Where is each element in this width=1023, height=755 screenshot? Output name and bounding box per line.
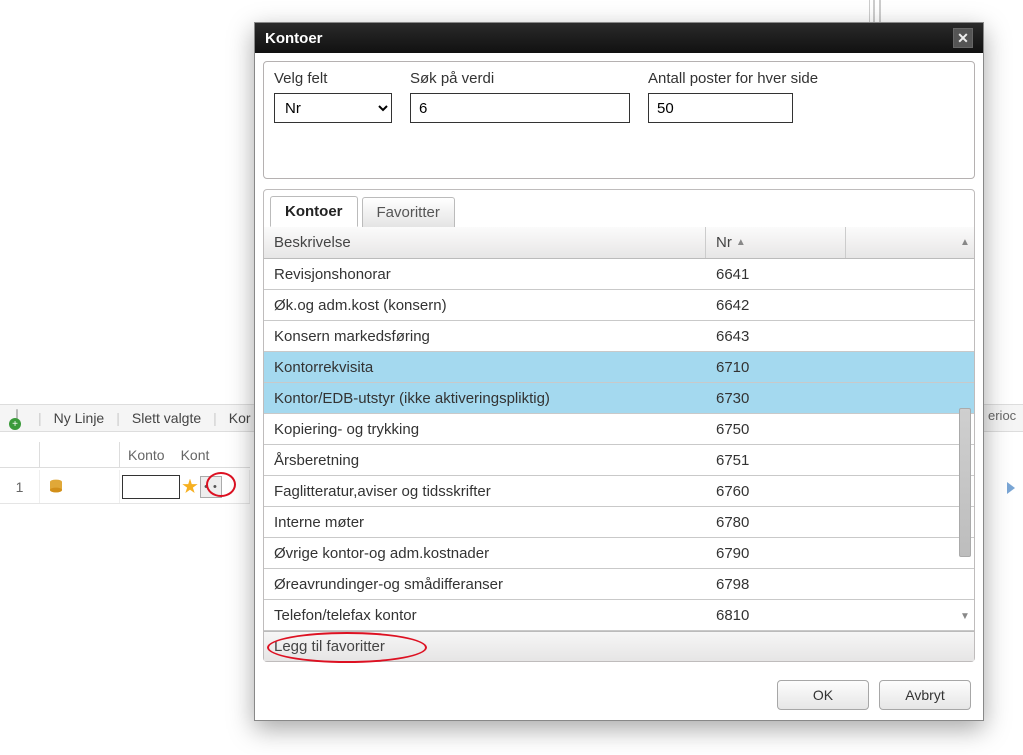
- table-row[interactable]: Kontorrekvisita6710: [264, 352, 974, 383]
- cell-nr: 6780: [706, 514, 846, 531]
- cell-beskrivelse: Årsberetning: [264, 452, 706, 469]
- cell-beskrivelse: Øreavrundinger-og smådifferanser: [264, 576, 706, 593]
- konto-input[interactable]: [122, 475, 180, 499]
- table-row[interactable]: Telefon/telefax kontor6810: [264, 600, 974, 631]
- cell-beskrivelse: Faglitteratur,aviser og tidsskrifter: [264, 483, 706, 500]
- cell-nr: 6751: [706, 452, 846, 469]
- tab-favoritter[interactable]: Favoritter: [362, 197, 455, 227]
- lookup-button[interactable]: • •: [200, 476, 222, 498]
- scroll-down-icon[interactable]: ▼: [958, 609, 972, 623]
- favorite-star-icon[interactable]: [182, 479, 198, 495]
- cell-nr: 6641: [706, 266, 846, 283]
- col-konto-header[interactable]: Konto: [120, 447, 173, 463]
- cell-beskrivelse: Øvrige kontor-og adm.kostnader: [264, 545, 706, 562]
- select-field-label: Velg felt: [274, 70, 392, 87]
- cell-beskrivelse: Øk.og adm.kost (konsern): [264, 297, 706, 314]
- table-row[interactable]: Faglitteratur,aviser og tidsskrifter6760: [264, 476, 974, 507]
- table-row[interactable]: Årsberetning6751: [264, 445, 974, 476]
- search-input[interactable]: [410, 93, 630, 123]
- scroll-thumb[interactable]: [959, 408, 971, 558]
- cell-beskrivelse: Telefon/telefax kontor: [264, 607, 706, 624]
- cell-nr: 6642: [706, 297, 846, 314]
- close-button[interactable]: ✕: [953, 28, 973, 48]
- tab-bar: Kontoer Favoritter: [264, 190, 974, 228]
- cell-beskrivelse: Kontorrekvisita: [264, 359, 706, 376]
- search-value-label: Søk på verdi: [410, 70, 630, 87]
- cell-beskrivelse: Kopiering- og trykking: [264, 421, 706, 438]
- table-row[interactable]: Revisjonshonorar6641: [264, 259, 974, 290]
- cell-nr: 6643: [706, 328, 846, 345]
- table-row[interactable]: Øvrige kontor-og adm.kostnader6790: [264, 538, 974, 569]
- cell-beskrivelse: Konsern markedsføring: [264, 328, 706, 345]
- scroll-up-icon[interactable]: ▲: [958, 235, 972, 249]
- right-label-cut: erioc: [984, 404, 1023, 427]
- row-number: 1: [0, 470, 40, 503]
- col-nr-label: Nr: [716, 234, 732, 251]
- grid-header: Beskrivelse Nr ▲: [264, 227, 974, 259]
- col-beskrivelse-header[interactable]: Beskrivelse: [264, 227, 706, 258]
- cell-beskrivelse: Kontor/EDB-utstyr (ikke aktiveringsplikt…: [264, 390, 706, 407]
- table-row[interactable]: Interne møter6780: [264, 507, 974, 538]
- results-panel: Kontoer Favoritter Beskrivelse Nr ▲ Revi…: [263, 189, 975, 662]
- right-edge-panel: erioc: [983, 404, 1023, 524]
- cell-nr: 6798: [706, 576, 846, 593]
- field-select[interactable]: Nr: [274, 93, 392, 123]
- modal-titlebar: Kontoer ✕: [255, 23, 983, 53]
- sort-ascending-icon: ▲: [736, 237, 746, 248]
- new-line-button[interactable]: Ny Linje: [54, 410, 105, 426]
- vertical-scrollbar[interactable]: ▲ ▼: [958, 235, 972, 623]
- col-nr-header[interactable]: Nr ▲: [706, 227, 846, 258]
- accounts-modal: Kontoer ✕ Velg felt Nr Søk på verdi Anta: [254, 22, 984, 721]
- grid-body: Revisjonshonorar6641Øk.og adm.kost (kons…: [264, 259, 974, 631]
- add-to-favorites-bar[interactable]: Legg til favoritter: [264, 631, 974, 661]
- cell-beskrivelse: Interne møter: [264, 514, 706, 531]
- cell-nr: 6760: [706, 483, 846, 500]
- table-row[interactable]: Øreavrundinger-og smådifferanser6798: [264, 569, 974, 600]
- cell-beskrivelse: Revisjonshonorar: [264, 266, 706, 283]
- new-document-icon[interactable]: [8, 410, 26, 426]
- background-grid-row: 1 • •: [0, 470, 250, 504]
- expand-right-icon[interactable]: [1007, 482, 1015, 494]
- table-row[interactable]: Øk.og adm.kost (konsern)6642: [264, 290, 974, 321]
- toolbar-text-cut: Kor: [229, 410, 251, 426]
- cell-nr: 6790: [706, 545, 846, 562]
- delete-selected-button[interactable]: Slett valgte: [132, 410, 201, 426]
- cell-nr: 6710: [706, 359, 846, 376]
- cell-nr: 6730: [706, 390, 846, 407]
- background-grid-header: Konto Kont: [0, 442, 250, 468]
- table-row[interactable]: Konsern markedsføring6643: [264, 321, 974, 352]
- page-size-input[interactable]: [648, 93, 793, 123]
- add-to-favorites-label: Legg til favoritter: [274, 638, 385, 655]
- cell-nr: 6810: [706, 607, 846, 624]
- cancel-button[interactable]: Avbryt: [879, 680, 971, 710]
- table-row[interactable]: Kopiering- og trykking6750: [264, 414, 974, 445]
- table-row[interactable]: Kontor/EDB-utstyr (ikke aktiveringsplikt…: [264, 383, 974, 414]
- tab-kontoer[interactable]: Kontoer: [270, 196, 358, 227]
- database-icon[interactable]: [48, 479, 64, 495]
- results-grid: Beskrivelse Nr ▲ Revisjonshonorar6641Øk.…: [264, 227, 974, 631]
- cell-nr: 6750: [706, 421, 846, 438]
- filter-panel: Velg felt Nr Søk på verdi Antall poster …: [263, 61, 975, 179]
- page-size-label: Antall poster for hver side: [648, 70, 818, 87]
- col-kont-header[interactable]: Kont: [173, 447, 218, 463]
- modal-footer: OK Avbryt: [255, 670, 983, 720]
- modal-title: Kontoer: [265, 30, 323, 47]
- close-icon: ✕: [957, 30, 969, 47]
- ok-button[interactable]: OK: [777, 680, 869, 710]
